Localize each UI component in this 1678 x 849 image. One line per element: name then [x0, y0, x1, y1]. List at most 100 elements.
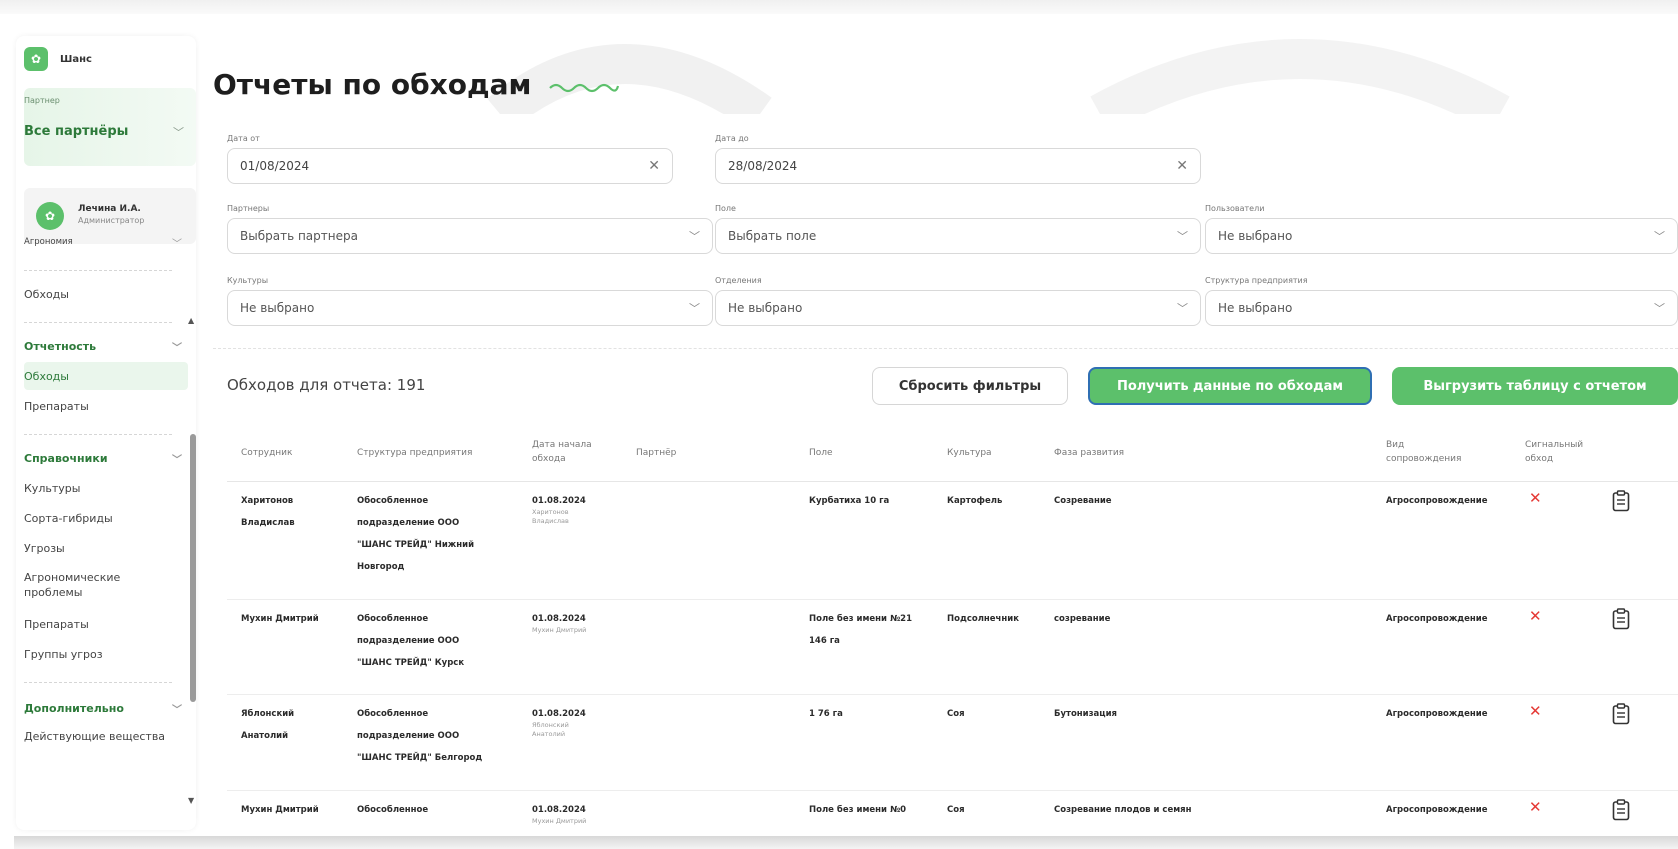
table-header: Сотрудник Структура предприятия Дата нач…: [227, 424, 1678, 482]
wave-icon: [549, 83, 620, 93]
cell-date: 01.08.2024: [532, 496, 586, 506]
field-value: Выбрать поле: [728, 229, 817, 243]
field-label: Поле: [715, 204, 736, 213]
departments-value: Не выбрано: [728, 301, 803, 315]
brand[interactable]: ✿ Шанс: [24, 46, 92, 72]
cell-field: 1 76 га: [809, 709, 843, 719]
clipboard-icon[interactable]: [1612, 799, 1630, 821]
sidebar: ✿ Шанс Партнер Все партнёры ﹀ ✿ Лечина И…: [16, 36, 196, 830]
th-field: Поле: [809, 448, 833, 458]
users-select[interactable]: Не выбрано ﹀: [1205, 218, 1678, 254]
clipboard-icon[interactable]: [1612, 608, 1630, 630]
date-to-input[interactable]: 28/08/2024 ✕: [715, 148, 1201, 184]
nav-divider: [24, 270, 172, 271]
reset-filters-button[interactable]: Сбросить фильтры: [872, 367, 1068, 405]
partners-value: Выбрать партнера: [240, 229, 358, 243]
cell-date: 01.08.2024: [532, 805, 586, 815]
nav-obhody-top[interactable]: Обходы: [24, 280, 188, 308]
close-icon: ✕: [1529, 489, 1542, 507]
cell-employee: Харитонов: [241, 496, 294, 506]
export-table-button[interactable]: Выгрузить таблицу с отчетом: [1392, 367, 1678, 405]
nav-item-threat-groups[interactable]: Группы угроз: [24, 640, 188, 668]
brand-logo-icon: ✿: [24, 47, 48, 71]
cell-field: 146 га: [809, 636, 840, 646]
close-icon: ✕: [1529, 798, 1542, 816]
scroll-up-icon[interactable]: ▲: [188, 316, 194, 325]
clipboard-icon[interactable]: [1612, 703, 1630, 725]
get-data-button[interactable]: Получить данные по обходам: [1088, 367, 1372, 405]
cell-employee: Яблонский: [241, 709, 295, 719]
nav-reporting[interactable]: Отчетность ﹀: [24, 332, 188, 360]
nav-item-threats[interactable]: Угрозы: [24, 534, 188, 562]
nav-reporting-obhody[interactable]: Обходы: [24, 362, 188, 390]
clipboard-icon[interactable]: [1612, 490, 1630, 512]
table-row[interactable]: Харитонов Владислав Обособленное подразд…: [227, 482, 1678, 600]
sidebar-scrollbar[interactable]: [190, 434, 196, 702]
clear-icon[interactable]: ✕: [1176, 158, 1188, 174]
nav-item-hybrids[interactable]: Сорта-гибриды: [24, 504, 188, 532]
cell-support: Агросопровождение: [1386, 709, 1488, 719]
nav-item-label: Культуры: [24, 481, 81, 495]
nav-item-preparations[interactable]: Препараты: [24, 610, 188, 638]
date-from-label: Дата от: [227, 134, 260, 143]
chevron-down-icon: ﹀: [1177, 230, 1188, 243]
nav-item-label: Угрозы: [24, 541, 65, 555]
th-phase: Фаза развития: [1054, 448, 1125, 458]
partners-select[interactable]: Выбрать партнера ﹀: [227, 218, 713, 254]
cell-date-author: Яблонский: [532, 721, 569, 729]
th-culture: Культура: [947, 448, 992, 458]
nav-additional[interactable]: Дополнительно ﹀: [24, 694, 188, 722]
cell-structure: подразделение ООО: [357, 731, 460, 741]
date-from-input[interactable]: 01/08/2024 ✕: [227, 148, 673, 184]
user-name: Лечина И.А.: [78, 204, 141, 214]
cell-phase: Созревание плодов и семян: [1054, 805, 1192, 815]
browser-top-strip: [0, 0, 1678, 14]
table-row[interactable]: Мухин Дмитрий Обособленное подразделение…: [227, 600, 1678, 695]
cell-culture: Соя: [947, 805, 965, 815]
nav-obhody-top-label: Обходы: [24, 287, 69, 301]
nav-divider: [24, 682, 172, 683]
clear-icon[interactable]: ✕: [648, 158, 660, 174]
cell-date: 01.08.2024: [532, 709, 586, 719]
cell-employee: Анатолий: [241, 731, 289, 741]
chevron-down-icon: ﹀: [689, 302, 700, 315]
cell-date-author: Харитонов: [532, 508, 569, 516]
structure-label: Структура предприятия: [1205, 276, 1308, 285]
scroll-down-icon[interactable]: ▼: [188, 796, 194, 805]
close-icon: ✕: [1529, 702, 1542, 720]
nav-item-label: Действующие вещества: [24, 730, 166, 743]
report-count: Обходов для отчета: 191: [227, 376, 426, 394]
cell-employee: Мухин Дмитрий: [241, 805, 319, 815]
cell-structure: "ШАНС ТРЕЙД" Белгород: [357, 753, 483, 763]
nav-directories[interactable]: Справочники ﹀: [24, 444, 188, 472]
cell-phase: Бутонизация: [1054, 709, 1118, 719]
th-signal-2: обход: [1525, 454, 1554, 464]
table-row[interactable]: Мухин Дмитрий Обособленное 01.08.2024 Му…: [227, 791, 1678, 837]
nav-reporting-preparaty[interactable]: Препараты: [24, 392, 188, 420]
structure-select[interactable]: Не выбрано ﹀: [1205, 290, 1678, 326]
departments-select[interactable]: Не выбрано ﹀: [715, 290, 1201, 326]
cultures-value: Не выбрано: [240, 301, 315, 315]
nav-item-cultures[interactable]: Культуры: [24, 474, 188, 502]
cell-date-author: Мухин Дмитрий: [532, 817, 587, 825]
th-structure: Структура предприятия: [357, 448, 473, 458]
cell-structure: Обособленное: [357, 709, 429, 719]
nav-item-active-substances[interactable]: Действующие вещества: [24, 726, 188, 750]
field-select[interactable]: Выбрать поле ﹀: [715, 218, 1201, 254]
nav-agronomy[interactable]: Агрономия ﹀: [24, 228, 188, 256]
th-employee: Сотрудник: [241, 448, 293, 458]
cultures-select[interactable]: Не выбрано ﹀: [227, 290, 713, 326]
nav-divider: [24, 434, 172, 435]
nav-item-label: Препараты: [24, 399, 89, 413]
nav-item-agro-problems[interactable]: Агрономические проблемы: [24, 564, 144, 606]
nav-reporting-label: Отчетность: [24, 339, 97, 353]
cultures-label: Культуры: [227, 276, 269, 285]
cell-employee: Мухин Дмитрий: [241, 614, 319, 624]
table-row[interactable]: Яблонский Анатолий Обособленное подразде…: [227, 695, 1678, 791]
partner-selector[interactable]: Партнер Все партнёры ﹀: [24, 88, 196, 166]
cell-support: Агросопровождение: [1386, 614, 1488, 624]
chevron-down-icon: ﹀: [1654, 302, 1665, 315]
cell-date-author: Анатолий: [532, 730, 566, 738]
cell-date-author: Владислав: [532, 517, 569, 525]
chevron-down-icon: ﹀: [173, 126, 184, 139]
